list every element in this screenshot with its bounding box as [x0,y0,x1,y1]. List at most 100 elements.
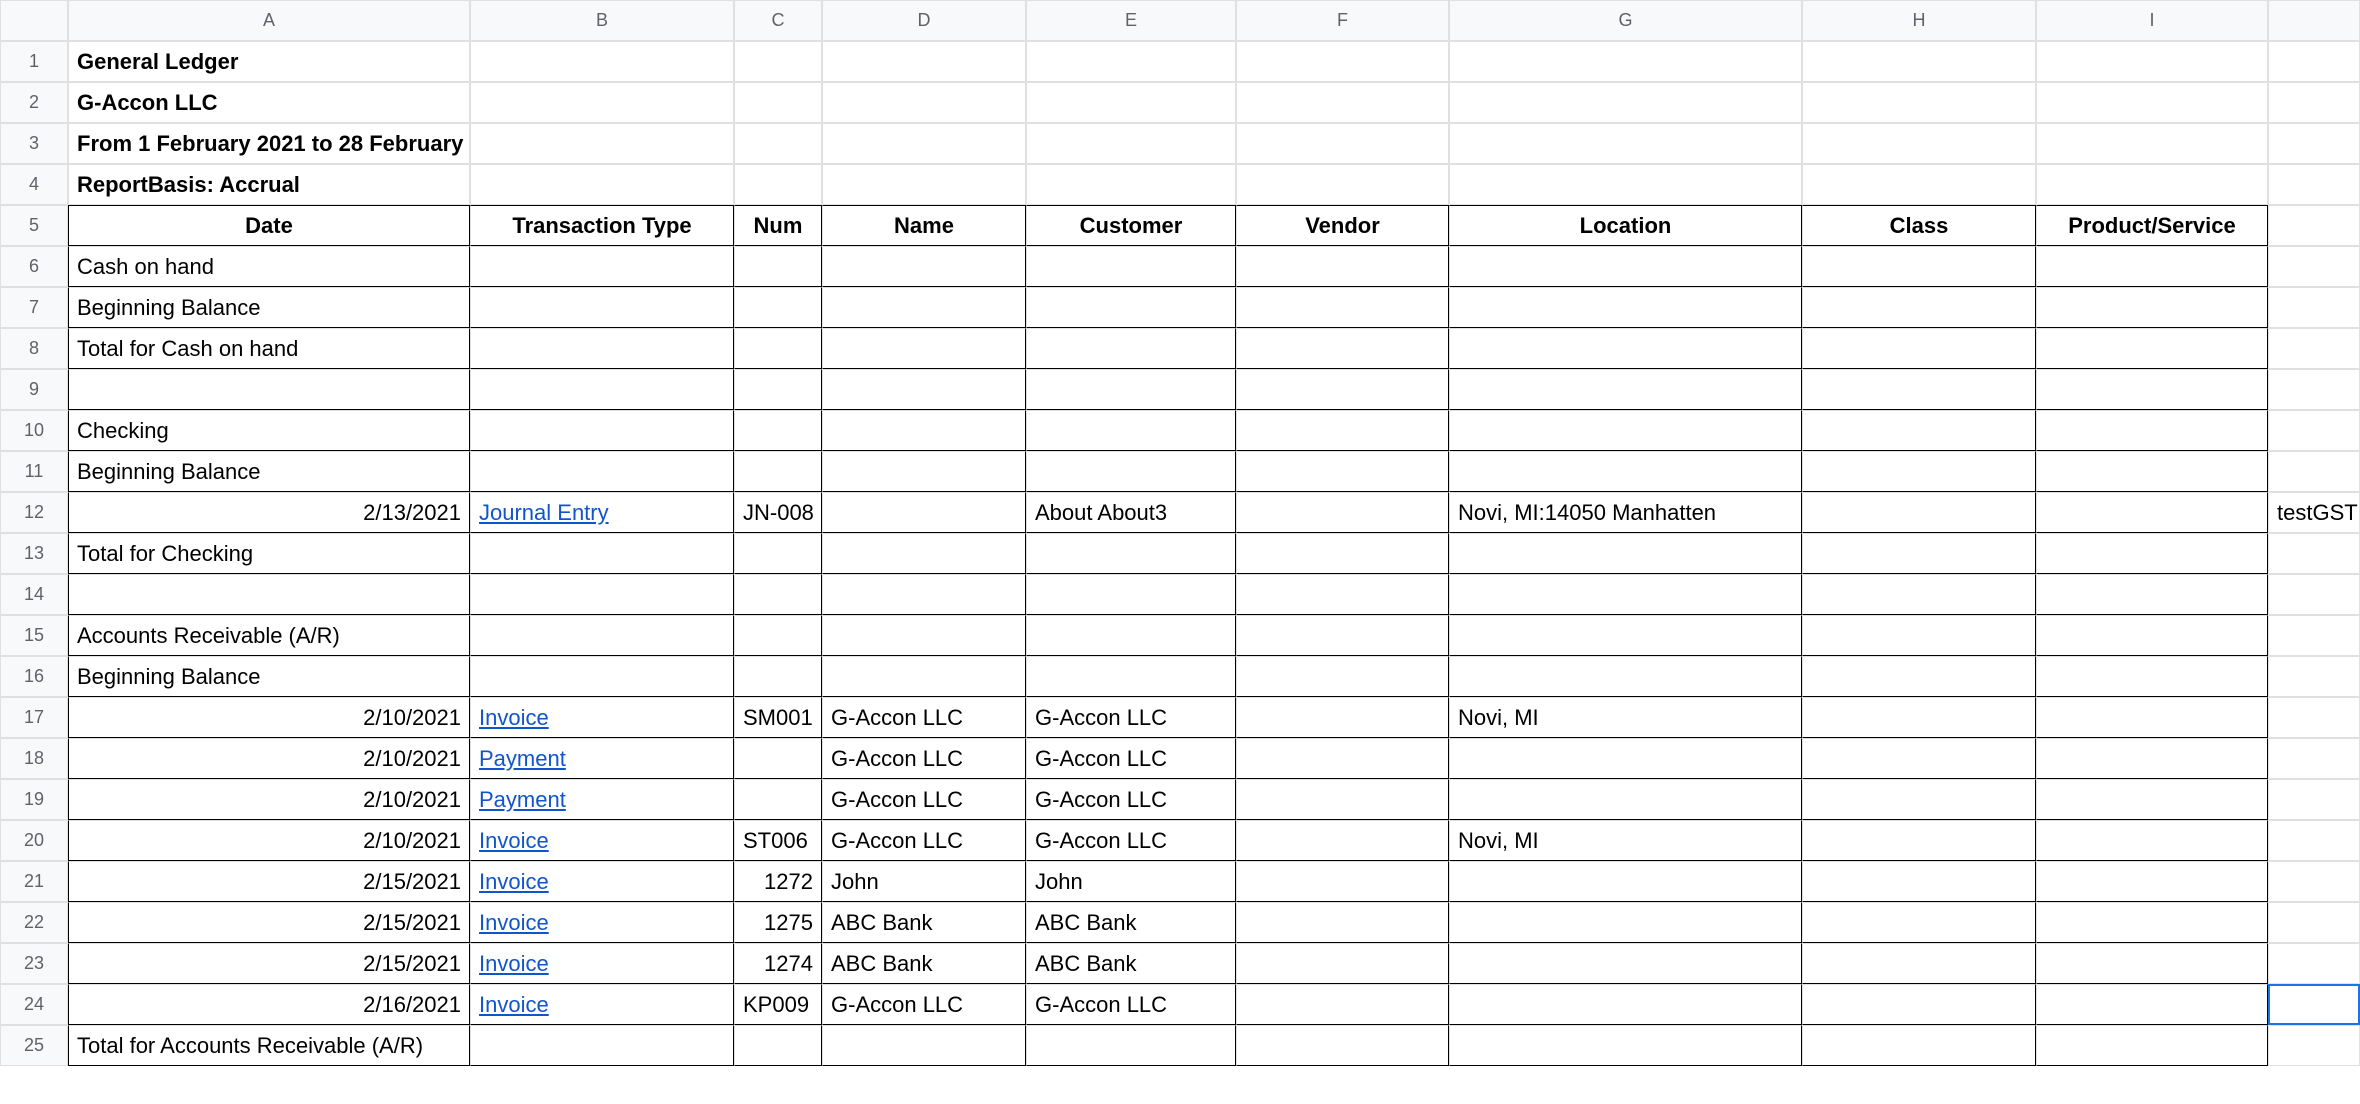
cell-12-8[interactable] [1802,492,2036,533]
cell-20-6[interactable] [1236,820,1449,861]
cell-9-8[interactable] [1802,369,2036,410]
cell-3-8[interactable] [1802,123,2036,164]
cell-14-6[interactable] [1236,574,1449,615]
cell-23-3[interactable]: 1274 [734,943,822,984]
row-header-2[interactable]: 2 [0,82,68,123]
cell-25-6[interactable] [1236,1025,1449,1066]
cell-11-4[interactable] [822,451,1026,492]
cell-2-9[interactable] [2036,82,2268,123]
cell-11-6[interactable] [1236,451,1449,492]
cell-1-8[interactable] [1802,41,2036,82]
cell-13-1[interactable]: Total for Checking [68,533,470,574]
cell-8-4[interactable] [822,328,1026,369]
cell-2-5[interactable] [1026,82,1236,123]
cell-14-7[interactable] [1449,574,1802,615]
cell-19-4[interactable]: G-Accon LLC [822,779,1026,820]
cell-15-9[interactable] [2036,615,2268,656]
cell-23-7[interactable] [1449,943,1802,984]
cell-11-7[interactable] [1449,451,1802,492]
cell-16-2[interactable] [470,656,734,697]
cell-3-5[interactable] [1026,123,1236,164]
cell-19-1[interactable]: 2/10/2021 [68,779,470,820]
cell-21-7[interactable] [1449,861,1802,902]
cell-11-2[interactable] [470,451,734,492]
table-header-3[interactable]: Name [822,205,1026,246]
cell-22-9[interactable] [2036,902,2268,943]
row-header-5[interactable]: 5 [0,205,68,246]
row-header-13[interactable]: 13 [0,533,68,574]
cell-24-10[interactable] [2268,984,2360,1025]
cell-12-5[interactable]: About About3 [1026,492,1236,533]
cell-23-10[interactable] [2268,943,2360,984]
cell-23-9[interactable] [2036,943,2268,984]
cell-24-1[interactable]: 2/16/2021 [68,984,470,1025]
cell-6-6[interactable] [1236,246,1449,287]
cell-22-3[interactable]: 1275 [734,902,822,943]
cell-20-7[interactable]: Novi, MI [1449,820,1802,861]
cell-10-2[interactable] [470,410,734,451]
cell-16-7[interactable] [1449,656,1802,697]
cell-9-3[interactable] [734,369,822,410]
cell-2-6[interactable] [1236,82,1449,123]
cell-7-6[interactable] [1236,287,1449,328]
table-header-2[interactable]: Num [734,205,822,246]
row-header-12[interactable]: 12 [0,492,68,533]
cell-17-7[interactable]: Novi, MI [1449,697,1802,738]
cell-20-3[interactable]: ST006 [734,820,822,861]
transaction-link[interactable]: Journal Entry [479,500,609,526]
cell-21-10[interactable] [2268,861,2360,902]
cell-18-1[interactable]: 2/10/2021 [68,738,470,779]
cell-19-8[interactable] [1802,779,2036,820]
cell-14-1[interactable] [68,574,470,615]
cell-15-2[interactable] [470,615,734,656]
cell-15-7[interactable] [1449,615,1802,656]
cell-3-7[interactable] [1449,123,1802,164]
cell-1-5[interactable] [1026,41,1236,82]
cell-22-1[interactable]: 2/15/2021 [68,902,470,943]
cell-2-4[interactable] [822,82,1026,123]
cell-4-7[interactable] [1449,164,1802,205]
cell-7-10[interactable] [2268,287,2360,328]
cell-10-10[interactable] [2268,410,2360,451]
cell-24-2[interactable]: Invoice [470,984,734,1025]
cell-20-5[interactable]: G-Accon LLC [1026,820,1236,861]
cell-4-9[interactable] [2036,164,2268,205]
cell-17-4[interactable]: G-Accon LLC [822,697,1026,738]
transaction-link[interactable]: Payment [479,787,566,813]
cell-25-4[interactable] [822,1025,1026,1066]
cell-22-10[interactable] [2268,902,2360,943]
cell-6-9[interactable] [2036,246,2268,287]
table-header-4[interactable]: Customer [1026,205,1236,246]
cell-9-7[interactable] [1449,369,1802,410]
cell-24-7[interactable] [1449,984,1802,1025]
cell-3-4[interactable] [822,123,1026,164]
cell-20-4[interactable]: G-Accon LLC [822,820,1026,861]
cell-16-3[interactable] [734,656,822,697]
cell-9-6[interactable] [1236,369,1449,410]
cell-22-7[interactable] [1449,902,1802,943]
cell-19-3[interactable] [734,779,822,820]
cell-19-5[interactable]: G-Accon LLC [1026,779,1236,820]
cell-20-8[interactable] [1802,820,2036,861]
cell-13-2[interactable] [470,533,734,574]
cell-24-8[interactable] [1802,984,2036,1025]
cell-15-8[interactable] [1802,615,2036,656]
cell-7-8[interactable] [1802,287,2036,328]
cell-19-7[interactable] [1449,779,1802,820]
col-header-C[interactable]: C [734,0,822,41]
cell-12-1[interactable]: 2/13/2021 [68,492,470,533]
transaction-link[interactable]: Invoice [479,705,549,731]
cell-3-9[interactable] [2036,123,2268,164]
cell-10-7[interactable] [1449,410,1802,451]
cell-15-5[interactable] [1026,615,1236,656]
cell-17-8[interactable] [1802,697,2036,738]
corner-select-all[interactable] [0,0,68,41]
cell-14-9[interactable] [2036,574,2268,615]
cell-25-10[interactable] [2268,1025,2360,1066]
cell-4-2[interactable] [470,164,734,205]
cell-10-1[interactable]: Checking [68,410,470,451]
cell-16-6[interactable] [1236,656,1449,697]
cell-9-2[interactable] [470,369,734,410]
row-header-10[interactable]: 10 [0,410,68,451]
cell-6-1[interactable]: Cash on hand [68,246,470,287]
